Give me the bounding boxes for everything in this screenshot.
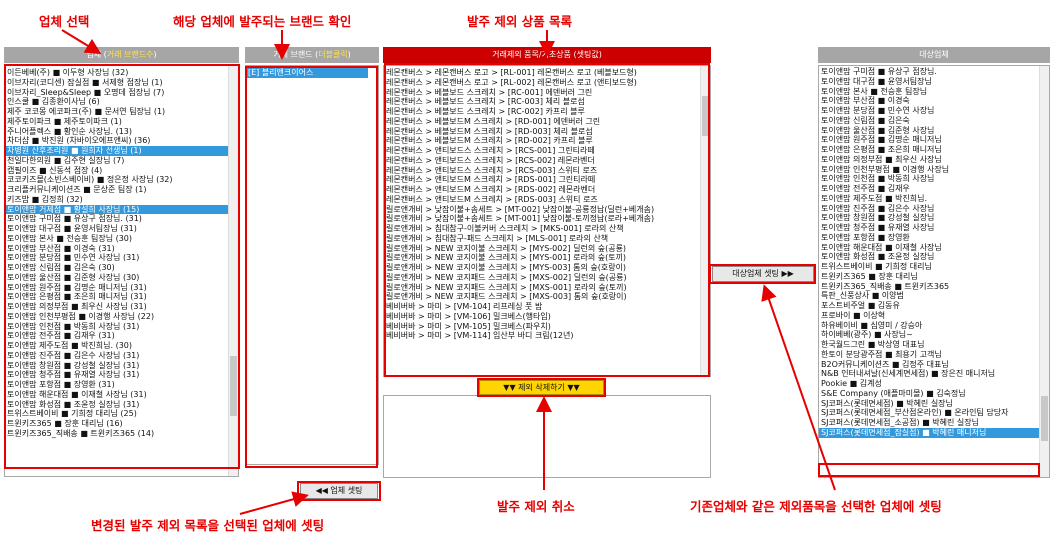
annotation-arrows (61, 29, 836, 515)
